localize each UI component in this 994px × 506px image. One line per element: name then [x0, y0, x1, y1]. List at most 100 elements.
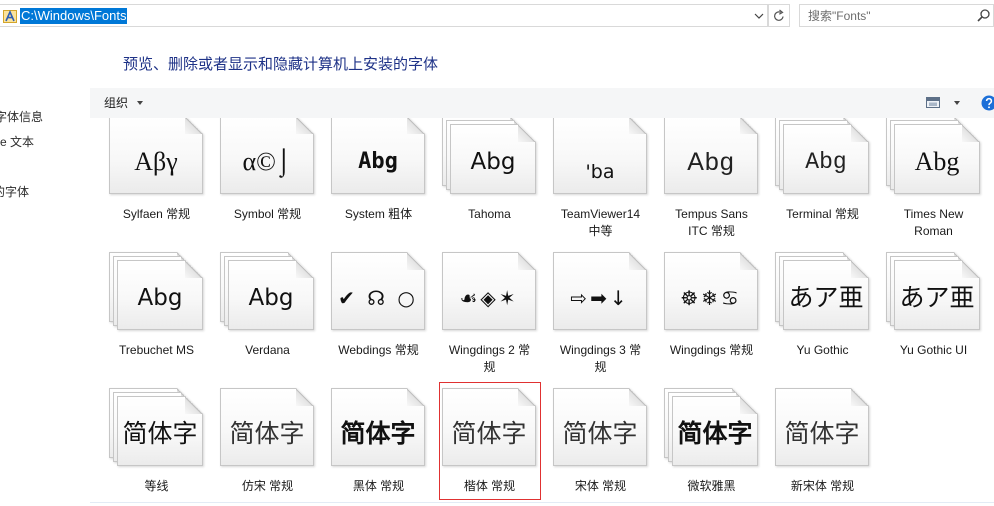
font-tile[interactable]: Abg Trebuchet MS: [101, 252, 212, 363]
font-name-label: Tahoma: [468, 207, 511, 221]
page-fold: [629, 252, 647, 270]
font-preview: ✔ ☊ ○: [338, 286, 418, 310]
font-name-label: 中等: [588, 224, 613, 238]
font-tile[interactable]: 简体字 宋体 常规: [545, 388, 656, 499]
font-file-icon: ☙◈✶: [442, 252, 536, 330]
font-file-icon: Αβγ: [109, 118, 203, 194]
font-tile[interactable]: あア亜 Yu Gothic UI: [878, 252, 989, 363]
search-icon[interactable]: [977, 9, 990, 22]
font-tile[interactable]: Abg Tempus Sans ITC 常规: [656, 118, 767, 244]
font-preview: Abg: [687, 148, 735, 176]
font-name-label: Verdana: [245, 343, 290, 357]
font-name-label: 规: [594, 360, 607, 374]
font-preview: ⇨➡↓: [570, 286, 630, 310]
font-file-icon: Abg: [331, 118, 425, 194]
page-sheet: Abg: [894, 124, 980, 194]
font-tile[interactable]: Abg System 粗体: [323, 118, 434, 227]
font-tile[interactable]: ⇨➡↓ Wingdings 3 常规: [545, 252, 656, 380]
font-tile[interactable]: Abg Verdana: [212, 252, 323, 363]
font-file-icon: 'ba: [553, 118, 647, 194]
sidebar-link-download-fonts[interactable]: 的字体: [0, 184, 29, 200]
font-name-label: ITC 常规: [688, 224, 735, 238]
font-tile[interactable]: ☸❄♋ Wingdings 常规: [656, 252, 767, 363]
font-tile[interactable]: 'ba TeamViewer14 中等: [545, 118, 656, 244]
help-button[interactable]: [981, 95, 994, 111]
font-tile[interactable]: 简体字 楷体 常规: [434, 382, 545, 500]
font-name-label: Wingdings 3 常: [559, 343, 642, 357]
font-preview: Abg: [248, 285, 294, 311]
font-family-icon: Abg: [775, 118, 869, 194]
page-sheet: 简体字: [220, 388, 314, 466]
font-preview: Abg: [805, 149, 847, 175]
page-fold: [851, 260, 869, 278]
page-sheet: ⇨➡↓: [553, 252, 647, 330]
font-tile[interactable]: ✔ ☊ ○ Webdings 常规: [323, 252, 434, 363]
font-family-icon: 简体字: [664, 388, 758, 466]
font-name-label: 仿宋 常规: [241, 479, 294, 493]
page-sheet: Αβγ: [109, 118, 203, 194]
font-preview: あア亜: [899, 283, 975, 312]
font-tile[interactable]: あア亜 Yu Gothic: [767, 252, 878, 363]
font-preview: 简体字: [340, 419, 416, 448]
font-family-icon: 简体字: [109, 388, 203, 466]
address-bar[interactable]: C:\Windows\Fonts: [0, 4, 768, 27]
font-preview: Αβγ: [134, 147, 178, 176]
search-input[interactable]: [808, 7, 968, 24]
page-sheet: ✔ ☊ ○: [331, 252, 425, 330]
page-sheet: 简体字: [117, 396, 203, 466]
page-sheet: Abg: [664, 118, 758, 194]
sidebar-link-cleartype[interactable]: e 文本: [0, 134, 34, 150]
font-tile[interactable]: Abg Times New Roman: [878, 118, 989, 244]
font-family-icon: Abg: [886, 118, 980, 194]
font-preview: あア亜: [788, 283, 864, 312]
font-tile[interactable]: 简体字 等线: [101, 388, 212, 499]
font-file-icon: Abg: [664, 118, 758, 194]
font-name-label: System 粗体: [344, 207, 413, 221]
font-tile[interactable]: Abg Terminal 常规: [767, 118, 878, 227]
font-preview: 简体字: [677, 419, 753, 448]
font-file-icon: 简体字: [775, 388, 869, 466]
page-fold: [518, 252, 536, 270]
font-name-label: 黑体 常规: [352, 479, 405, 493]
command-bar: 组织: [90, 88, 994, 118]
font-tile[interactable]: α©⌡ Symbol 常规: [212, 118, 323, 227]
organize-menu-button[interactable]: 组织: [100, 94, 148, 112]
page-fold: [185, 260, 203, 278]
font-tile[interactable]: 简体字 微软雅黑: [656, 388, 767, 499]
sidebar-link-font-info[interactable]: 字体信息: [0, 109, 43, 125]
font-tile[interactable]: Αβγ Sylfaen 常规: [101, 118, 212, 227]
page-sheet: 简体字: [775, 388, 869, 466]
font-tile[interactable]: ☙◈✶ Wingdings 2 常规: [434, 252, 545, 380]
page-fold: [740, 252, 758, 270]
page-fold: [407, 252, 425, 270]
font-tile[interactable]: 简体字 仿宋 常规: [212, 388, 323, 499]
font-preview: ☙◈✶: [459, 286, 519, 310]
font-preview: ☸❄♋: [680, 286, 742, 310]
page-sheet: α©⌡: [220, 118, 314, 194]
page-fold: [851, 388, 869, 406]
font-name-label: Terminal 常规: [786, 207, 859, 221]
font-preview: Abg: [470, 149, 516, 175]
font-name-label: 新宋体 常规: [790, 479, 855, 493]
search-box[interactable]: [799, 4, 994, 27]
font-name-label: Webdings 常规: [338, 343, 419, 357]
font-tile[interactable]: Abg Tahoma: [434, 118, 545, 227]
chevron-down-icon[interactable]: [754, 11, 764, 21]
page-fold: [962, 124, 980, 142]
font-preview: α©⌡: [242, 147, 292, 176]
page-sheet: 简体字: [331, 388, 425, 466]
refresh-button[interactable]: [768, 4, 790, 27]
view-more-options-button[interactable]: [952, 98, 962, 108]
page-fold: [629, 388, 647, 406]
change-view-button[interactable]: [926, 97, 942, 109]
address-path-text[interactable]: C:\Windows\Fonts: [20, 8, 128, 24]
page-fold: [740, 396, 758, 414]
page-sheet: Abg: [783, 124, 869, 194]
page-fold: [962, 260, 980, 278]
page-sheet: Abg: [117, 260, 203, 330]
font-name-label: TeamViewer14: [560, 207, 641, 221]
font-tile[interactable]: 简体字 新宋体 常规: [767, 388, 878, 499]
font-tile[interactable]: 简体字 黑体 常规: [323, 388, 434, 499]
font-name-label: Times New: [903, 207, 964, 221]
page-sheet: あア亜: [894, 260, 980, 330]
